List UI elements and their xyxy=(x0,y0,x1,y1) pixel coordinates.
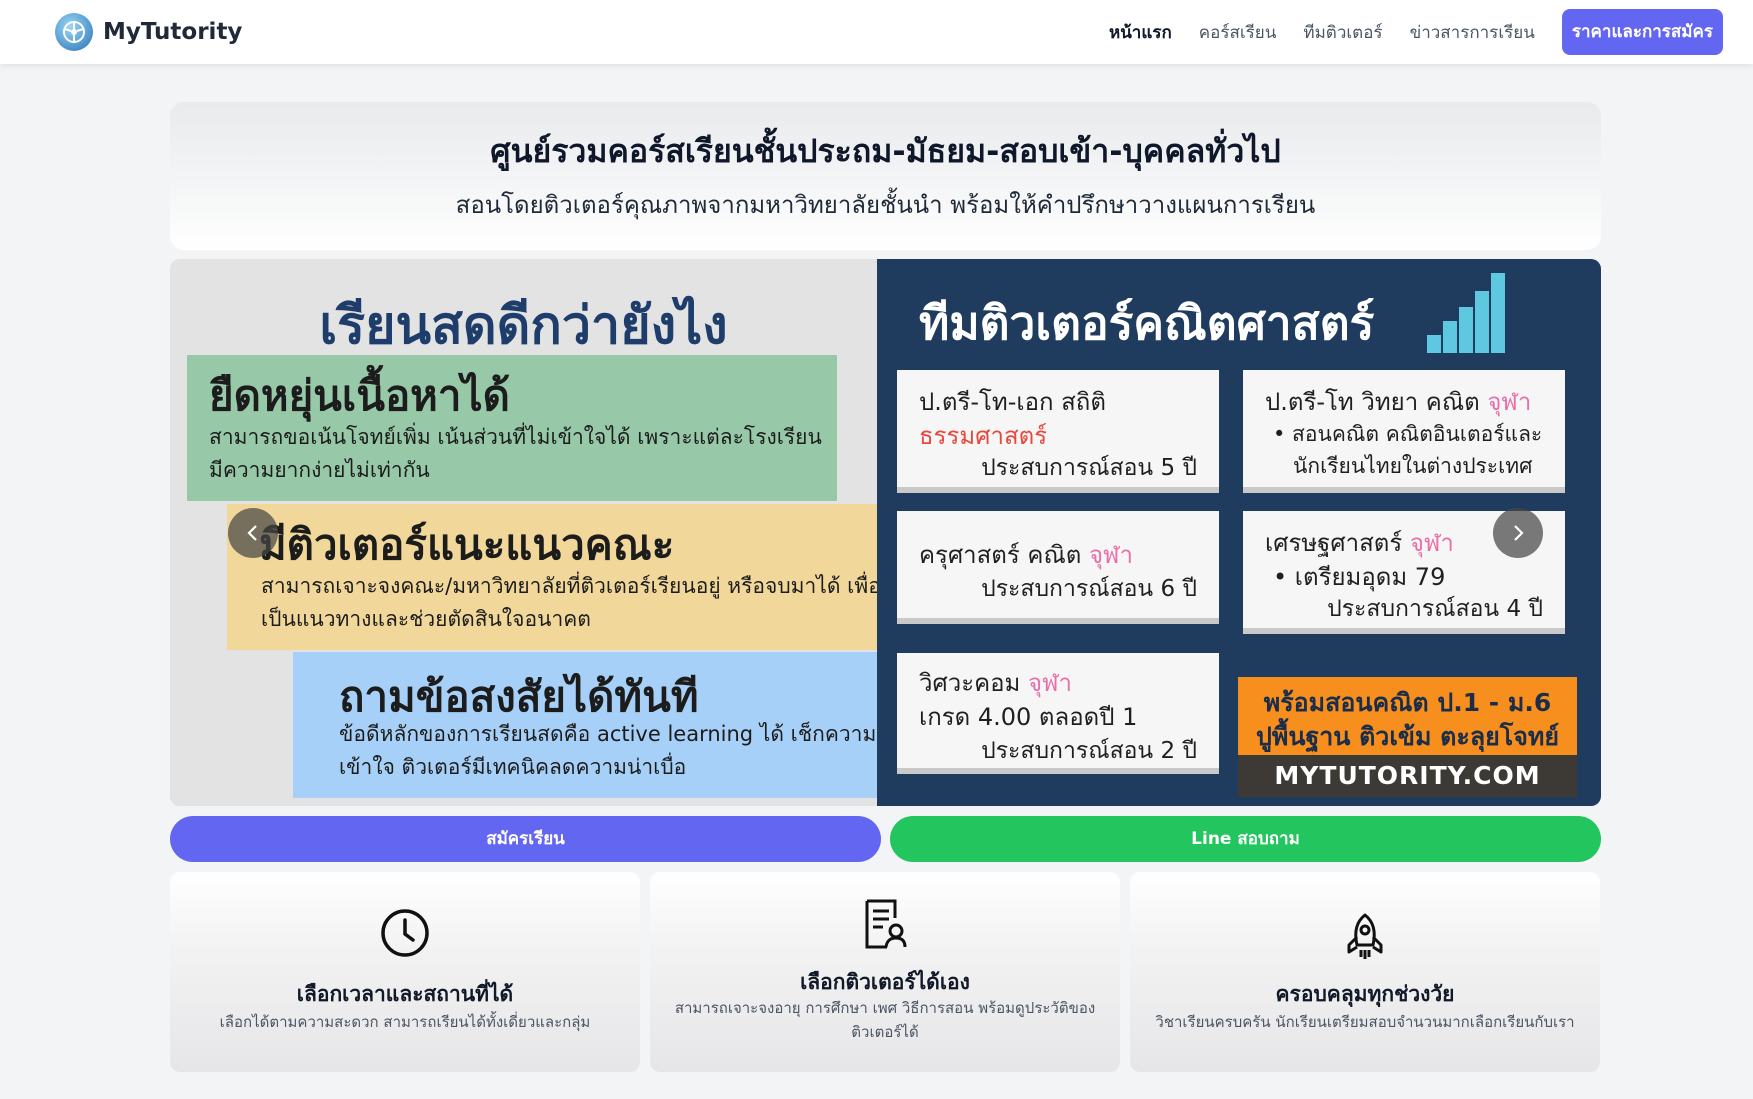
benefit-heading: ยืดหยุ่นเนื้อหาได้ xyxy=(209,371,510,420)
tutor-university: จุฬา xyxy=(1088,541,1133,569)
feature-description: เลือกได้ตามความสะดวก สามารถเรียนได้ทั้งเ… xyxy=(219,1013,591,1031)
main-nav: หน้าแรก คอร์สเรียน ทีมติวเตอร์ ข่าวสารกา… xyxy=(1109,9,1723,55)
tutor-degree: วิศวะคอม xyxy=(919,669,1021,697)
tutor-experience: ประสบการณ์สอน 5 ปี xyxy=(981,455,1197,481)
benefit-text: สามารถเจาะจงคณะ/มหาวิทยาลัยที่ติวเตอร์เร… xyxy=(261,574,881,631)
tutor-experience: ประสบการณ์สอน 6 ปี xyxy=(981,576,1197,602)
benefit-text: สามารถขอเน้นโจทย์เพิ่ม เน้นส่วนที่ไม่เข้… xyxy=(209,425,822,482)
promo-site: MYTUTORITY.COM xyxy=(1238,755,1577,797)
nav-item-home[interactable]: หน้าแรก xyxy=(1109,19,1172,46)
tutor-university: จุฬา xyxy=(1028,669,1072,697)
nav-item-tutors[interactable]: ทีมติวเตอร์ xyxy=(1303,19,1382,46)
benefit-box-flexible: ยืดหยุ่นเนื้อหาได้ สามารถขอเน้นโจทย์เพิ่… xyxy=(187,355,837,501)
tutor-degree: ครุศาสตร์ คณิต xyxy=(919,541,1082,569)
feature-card-all-ages: ครอบคลุมทุกช่วงวัย วิชาเรียนครบครัน นักเ… xyxy=(1130,872,1600,1072)
chevron-right-icon xyxy=(1514,525,1524,541)
tutor-university: จุฬา xyxy=(1487,388,1532,416)
tutor-card: ครุศาสตร์ คณิต จุฬา ประสบการณ์สอน 6 ปี xyxy=(897,511,1219,618)
promo-banner: พร้อมสอนคณิต ป.1 - ม.6 ปูพื้นฐาน ติวเข้ม… xyxy=(1238,677,1577,797)
carousel-next-button[interactable] xyxy=(1493,508,1543,558)
tutor-university: จุฬา xyxy=(1409,529,1454,557)
nav-item-news[interactable]: ข่าวสารการเรียน xyxy=(1410,19,1535,46)
tutor-card: ป.ตรี-โท-เอก สถิติ ธรรมศาสตร์ ประสบการณ์… xyxy=(897,370,1219,487)
tutor-note: นักเรียนไทยในต่างประเทศ xyxy=(1293,454,1533,478)
tutor-note: • สอนคณิต คณิตอินเตอร์และ xyxy=(1273,422,1543,446)
feature-description: วิชาเรียนครบครัน นักเรียนเตรียมสอบจำนวนม… xyxy=(1155,1013,1575,1031)
brand-link[interactable]: MyTutority xyxy=(55,13,242,51)
feature-title: เลือกติวเตอร์ได้เอง xyxy=(800,970,970,994)
feature-card-choose-tutor: เลือกติวเตอร์ได้เอง สามารถเจาะจงอายุ การ… xyxy=(650,872,1120,1072)
slide-left-title: เรียนสดดีกว่ายังไง xyxy=(319,296,728,356)
tutor-degree: เศรษฐศาสตร์ xyxy=(1265,529,1403,557)
tutor-experience: ประสบการณ์สอน 2 ปี xyxy=(981,738,1197,764)
tutor-experience: ประสบการณ์สอน 4 ปี xyxy=(1327,596,1543,622)
feature-card-schedule: เลือกเวลาและสถานที่ได้ เลือกได้ตามความสะ… xyxy=(170,872,640,1072)
line-contact-button[interactable]: Line สอบถาม xyxy=(890,816,1601,862)
hero-title: ศูนย์รวมคอร์สเรียนชั้นประถม-มัธยม-สอบเข้… xyxy=(490,132,1281,170)
feature-title: ครอบคลุมทุกช่วงวัย xyxy=(1275,982,1455,1006)
tutor-card: ป.ตรี-โท วิทยา คณิต จุฬา • สอนคณิต คณิตอ… xyxy=(1243,370,1565,487)
benefit-text: ข้อดีหลักของการเรียนสดคือ active learnin… xyxy=(339,722,877,779)
slide-right-title: ทีมติวเตอร์คณิตศาสตร์ xyxy=(919,296,1375,350)
hero-banner: ศูนย์รวมคอร์สเรียนชั้นประถม-มัธยม-สอบเข้… xyxy=(170,102,1601,250)
tutor-profile-icon xyxy=(865,899,907,949)
tutor-degree: ป.ตรี-โท วิทยา คณิต xyxy=(1265,388,1480,416)
nav-item-courses[interactable]: คอร์สเรียน xyxy=(1199,19,1277,46)
promo-line-2: ปูพื้นฐาน ติวเข้ม ตะลุยโจทย์ xyxy=(1256,722,1559,751)
top-navbar: MyTutority หน้าแรก คอร์สเรียน ทีมติวเตอร… xyxy=(0,0,1753,64)
tutor-card: วิศวะคอม จุฬา เกรด 4.00 ตลอดปี 1 ประสบกา… xyxy=(897,653,1219,768)
pricing-signup-button[interactable]: ราคาและการสมัคร xyxy=(1561,9,1723,55)
brand-name: MyTutority xyxy=(103,19,243,45)
benefit-box-ask: ถามข้อสงสัยได้ทันที ข้อดีหลักของการเรียน… xyxy=(293,652,877,798)
benefit-box-guidance: มีติวเตอร์แนะแนวคณะ สามารถเจาะจงคณะ/มหาว… xyxy=(227,504,881,650)
rocket-icon xyxy=(1347,913,1383,959)
apply-button[interactable]: สมัครเรียน xyxy=(170,816,881,862)
carousel-prev-button[interactable] xyxy=(228,508,278,558)
feature-description: สามารถเจาะจงอายุ การศึกษา เพศ วิธีการสอน… xyxy=(674,999,1096,1041)
hero-subtitle: สอนโดยติวเตอร์คุณภาพจากมหาวิทยาลัยชั้นนำ… xyxy=(455,191,1316,219)
promo-carousel: เรียนสดดีกว่ายังไง ยืดหยุ่นเนื้อหาได้ สา… xyxy=(170,259,1601,806)
chevron-left-icon xyxy=(247,525,257,541)
benefit-heading: มีติวเตอร์แนะแนวคณะ xyxy=(259,520,675,569)
bar-chart-icon xyxy=(1419,267,1509,353)
brand-logo-icon xyxy=(55,13,93,51)
feature-title: เลือกเวลาและสถานที่ได้ xyxy=(296,982,514,1006)
clock-icon xyxy=(381,909,429,957)
tutor-note: เกรด 4.00 ตลอดปี 1 xyxy=(919,703,1138,731)
